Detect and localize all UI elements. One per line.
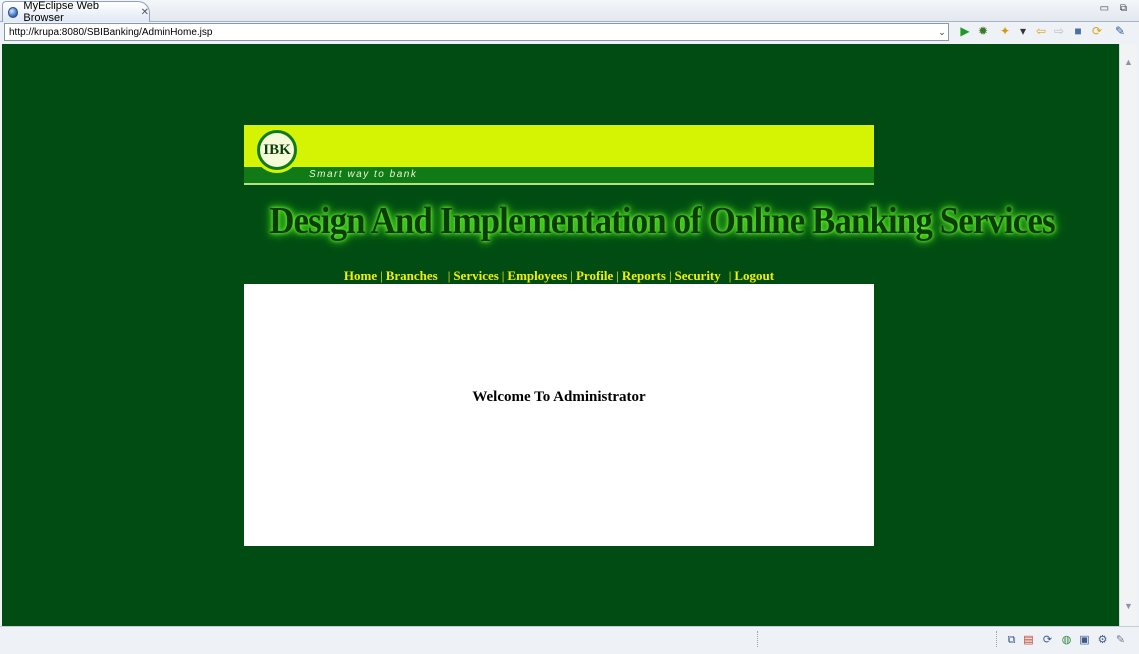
page-title: Design And Implementation of Online Bank… <box>269 200 1055 242</box>
window-controls[interactable]: ▭ ⧉ <box>1100 3 1131 14</box>
nav-employees[interactable]: Employees <box>507 268 567 283</box>
nav-home[interactable]: Home <box>344 268 377 283</box>
main-nav: Home | Branches | Services | Employees | Profile… <box>244 267 874 284</box>
dropdown-icon[interactable]: ▾ <box>1016 24 1030 38</box>
ibk-logo: IBK <box>258 131 296 169</box>
nav-separator: | <box>380 268 383 283</box>
debug-icon[interactable]: ✹ <box>976 24 990 38</box>
nav-services[interactable]: Services <box>453 268 498 283</box>
refresh-icon[interactable]: ⟳ <box>1090 24 1104 38</box>
welcome-message: Welcome To Administrator <box>472 389 646 405</box>
edit-icon[interactable]: ✎ <box>1114 634 1127 647</box>
nav-separator: | <box>447 268 451 283</box>
report-icon[interactable]: ▤ <box>1022 634 1035 647</box>
run-icon[interactable]: ▶ <box>958 24 972 38</box>
nav-separator: | <box>501 268 505 283</box>
nav-branches[interactable]: Branches <box>386 268 438 283</box>
editor-tab-bar: MyEclipse Web Browser ✕ ▭ ⧉ <box>0 0 1139 24</box>
nav-logout[interactable]: Logout <box>734 268 774 283</box>
url-dropdown-icon[interactable]: ⌄ <box>936 27 948 38</box>
browser-viewport: IBK Smart way to bank Design And Impleme… <box>2 44 1119 626</box>
network-icon[interactable]: ⚙ <box>1096 634 1109 647</box>
nav-separator: | <box>570 268 573 283</box>
scroll-up-icon[interactable]: ▲ <box>1120 54 1137 70</box>
nav-profile[interactable]: Profile <box>576 268 613 283</box>
refresh-icon[interactable]: ⟳ <box>1041 634 1054 647</box>
favorites-icon[interactable]: ✦ <box>998 24 1012 38</box>
tagline: Smart way to bank <box>309 169 418 180</box>
restore-icon[interactable]: ⧉ <box>1005 634 1018 647</box>
tab-title: MyEclipse Web Browser <box>23 0 100 24</box>
browser-settings-icon[interactable]: ✎ <box>1113 24 1127 38</box>
stop-icon[interactable]: ■ <box>1071 24 1085 38</box>
status-bar: ⧉ ▤ ⟳ ◍ ▣ ⚙ ✎ <box>0 626 1139 654</box>
close-icon[interactable]: ✕ <box>141 7 149 18</box>
vertical-scrollbar[interactable]: ▲ ▼ <box>1119 44 1137 626</box>
url-field[interactable]: http://krupa:8080/SBIBanking/AdminHome.j… <box>4 23 949 41</box>
nav-reports[interactable]: Reports <box>622 268 666 283</box>
nav-separator: | <box>668 268 672 283</box>
globe-icon <box>8 6 19 18</box>
site-banner: IBK Smart way to bank <box>244 125 874 185</box>
content-panel: Welcome To Administrator <box>244 284 874 546</box>
nav-separator: | <box>616 268 619 283</box>
web-icon[interactable]: ◍ <box>1060 634 1073 647</box>
nav-separator: | <box>728 268 732 283</box>
tab-web-browser[interactable]: MyEclipse Web Browser ✕ <box>2 0 150 24</box>
url-text[interactable]: http://krupa:8080/SBIBanking/AdminHome.j… <box>9 27 936 38</box>
nav-security[interactable]: Security <box>675 268 721 283</box>
forward-icon[interactable]: ⇨ <box>1052 24 1066 38</box>
back-icon[interactable]: ⇦ <box>1034 24 1048 38</box>
scroll-down-icon[interactable]: ▼ <box>1120 598 1137 614</box>
monitor-icon[interactable]: ▣ <box>1078 634 1091 647</box>
